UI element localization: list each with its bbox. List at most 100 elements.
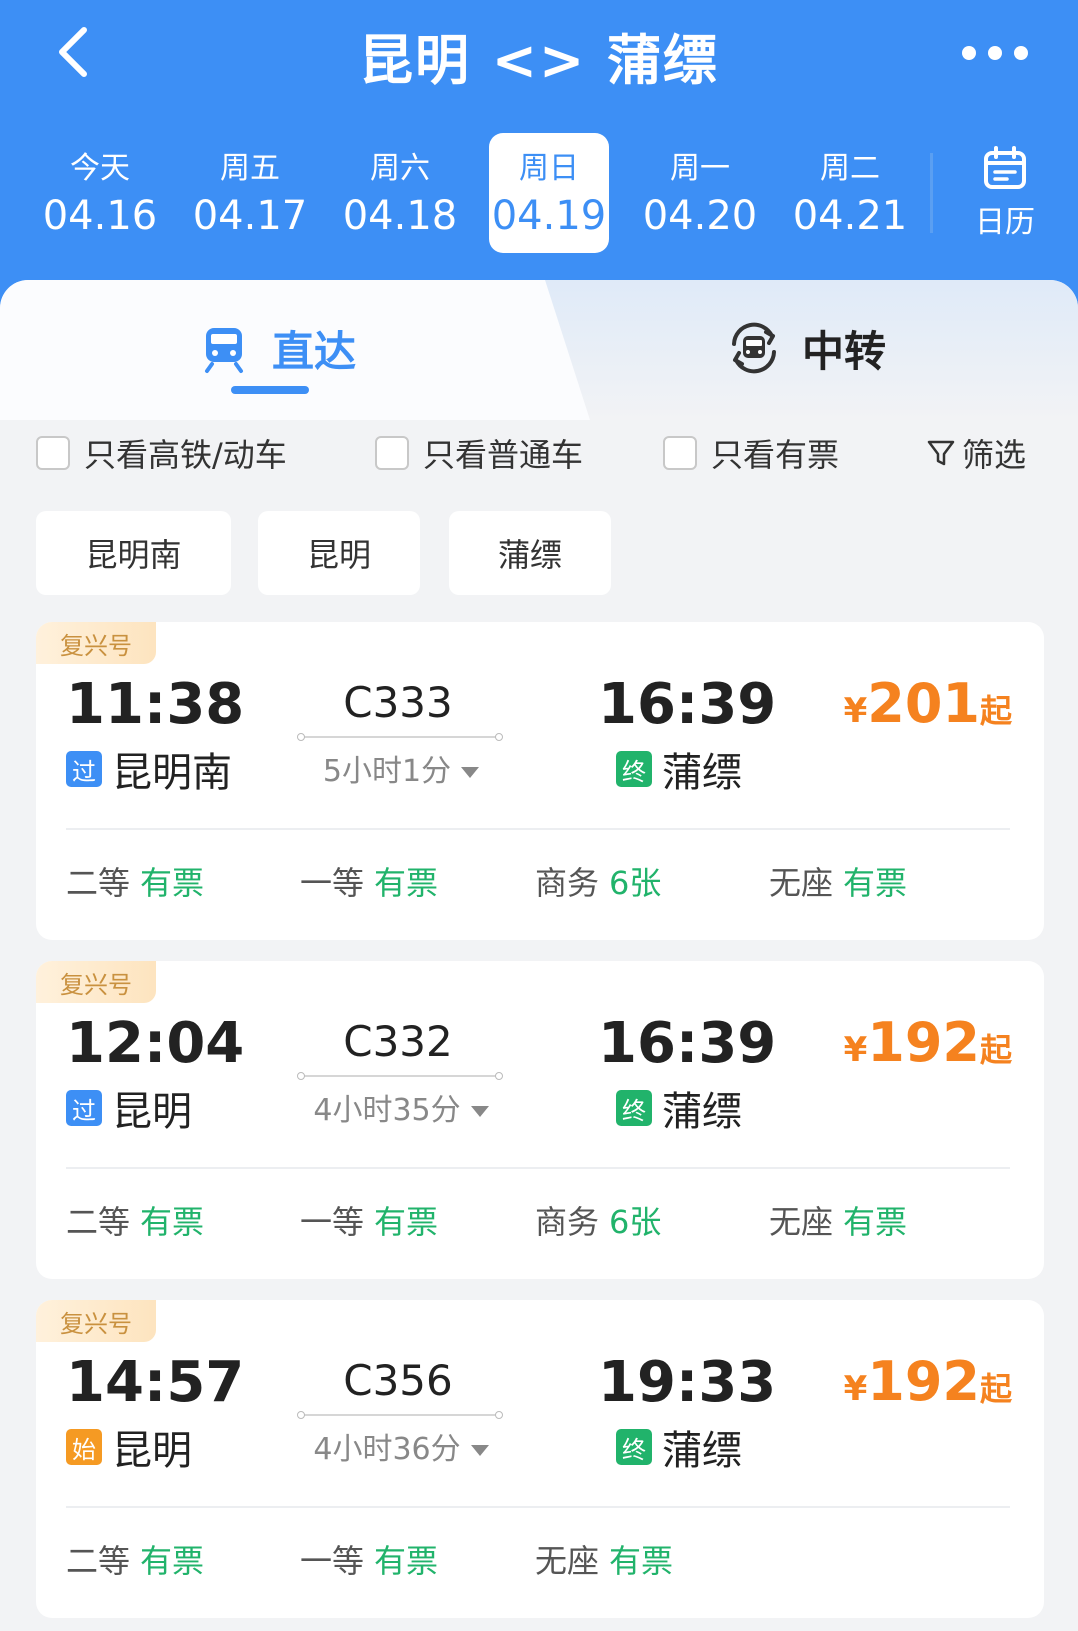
- duration-text: 4小时36分: [313, 1432, 461, 1467]
- date-weekday: 周日: [519, 151, 579, 186]
- duration-toggle[interactable]: 4小时35分: [286, 1085, 516, 1129]
- tab-direct[interactable]: 直达: [196, 318, 356, 378]
- date-weekday: 周一: [670, 151, 730, 186]
- seat-first-class: 一等 有票: [300, 1536, 438, 1582]
- seat-first-class: 一等 有票: [300, 1197, 438, 1243]
- train-card[interactable]: 复兴号 14:57 始 昆明 C356 4小时36分 19:33 终 蒲缥 ¥ …: [36, 1300, 1044, 1618]
- checkbox[interactable]: [663, 436, 697, 470]
- seat-status: 6张: [609, 864, 662, 902]
- pass-through-badge: 过: [66, 751, 102, 787]
- departure-station: 过 昆明: [66, 1079, 192, 1137]
- card-divider: [66, 828, 1010, 830]
- date-value: 04.16: [42, 193, 158, 239]
- duration-toggle[interactable]: 4小时36分: [286, 1424, 516, 1468]
- seat-first-class: 一等 有票: [300, 858, 438, 904]
- arrival-station: 终 蒲缥: [616, 1079, 742, 1137]
- date-tab-0421[interactable]: 周二 04.21: [790, 133, 910, 253]
- checkbox[interactable]: [36, 436, 70, 470]
- date-tab-0416[interactable]: 今天 04.16: [40, 133, 160, 253]
- arrival-station: 终 蒲缥: [616, 1418, 742, 1476]
- calendar-icon: [984, 146, 1026, 189]
- price: ¥ 192 起: [844, 1350, 1012, 1413]
- seat-status: 有票: [374, 864, 439, 902]
- seat-second-class: 二等 有票: [66, 1197, 204, 1243]
- arrival-station: 终 蒲缥: [616, 740, 742, 798]
- seat-class: 商务: [535, 1203, 600, 1241]
- filter-button-label: 筛选: [961, 436, 1026, 474]
- calendar-label: 日历: [975, 205, 1035, 240]
- seat-availability: 二等 有票 一等 有票 无座 有票: [66, 1536, 1010, 1586]
- departure-station-name: 昆明南: [112, 750, 232, 796]
- train-number: C356: [343, 1356, 453, 1405]
- seat-status: 有票: [374, 1203, 439, 1241]
- departure-station: 始 昆明: [66, 1418, 192, 1476]
- origin-badge: 始: [66, 1429, 102, 1465]
- calendar-divider: [930, 153, 933, 233]
- price-amount: 192: [867, 1350, 980, 1413]
- terminal-badge: 终: [616, 1090, 652, 1126]
- seat-no-seat: 无座 有票: [769, 858, 907, 904]
- filter-normal[interactable]: 只看普通车: [375, 430, 583, 476]
- date-tab-0420[interactable]: 周一 04.20: [640, 133, 760, 253]
- date-weekday: 周二: [820, 151, 880, 186]
- tab-direct-label: 直达: [272, 326, 357, 376]
- filter-high-speed-label: 只看高铁/动车: [84, 436, 287, 474]
- arrival-station-name: 蒲缥: [662, 750, 742, 796]
- seat-class: 二等: [66, 1542, 131, 1580]
- filter-button[interactable]: 筛选: [926, 430, 1026, 476]
- seat-class: 一等: [300, 864, 365, 902]
- date-value: 04.20: [642, 193, 758, 239]
- date-tab-0417[interactable]: 周五 04.17: [190, 133, 310, 253]
- calendar-button[interactable]: 日历: [960, 145, 1050, 241]
- station-chip[interactable]: 昆明: [258, 511, 420, 595]
- more-button[interactable]: [962, 42, 1028, 64]
- train-brand-tag: 复兴号: [36, 1300, 156, 1342]
- filter-available[interactable]: 只看有票: [663, 430, 839, 476]
- duration-text: 5小时1分: [322, 754, 452, 789]
- terminal-badge: 终: [616, 751, 652, 787]
- seat-class: 无座: [535, 1542, 600, 1580]
- tab-transfer-label: 中转: [802, 326, 887, 376]
- seat-business-class: 商务 6张: [535, 858, 661, 904]
- arrival-station-name: 蒲缥: [662, 1428, 742, 1474]
- duration-toggle[interactable]: 5小时1分: [286, 746, 516, 790]
- date-weekday: 周五: [220, 151, 280, 186]
- transfer-train-icon: [732, 322, 776, 374]
- date-tab-0418[interactable]: 周六 04.18: [340, 133, 460, 253]
- tab-active-indicator: [231, 386, 309, 394]
- arrival-time: 19:33: [598, 1350, 777, 1415]
- seat-class: 二等: [66, 864, 131, 902]
- seat-status: 有票: [843, 1203, 908, 1241]
- seat-business-class: 商务 6张: [535, 1197, 661, 1243]
- date-strip: 今天 04.16 周五 04.17 周六 04.18 周日 04.19 周一 0…: [0, 133, 1078, 253]
- duration-text: 4小时35分: [313, 1093, 461, 1128]
- train-card[interactable]: 复兴号 12:04 过 昆明 C332 4小时35分 16:39 终 蒲缥 ¥ …: [36, 961, 1044, 1279]
- date-value: 04.21: [792, 193, 908, 239]
- seat-second-class: 二等 有票: [66, 1536, 204, 1582]
- more-dot-icon: [962, 46, 976, 60]
- page-title: 昆明 <> 蒲缥: [358, 29, 720, 92]
- seat-class: 无座: [769, 1203, 834, 1241]
- checkbox[interactable]: [375, 436, 409, 470]
- filter-high-speed[interactable]: 只看高铁/动车: [36, 430, 287, 476]
- station-chip[interactable]: 昆明南: [36, 511, 231, 595]
- tab-transfer[interactable]: 中转: [726, 318, 886, 378]
- train-icon: [205, 328, 243, 373]
- date-value: 04.19: [491, 193, 607, 239]
- filter-normal-label: 只看普通车: [423, 436, 584, 474]
- train-number: C332: [343, 1017, 453, 1066]
- station-chip[interactable]: 蒲缥: [449, 511, 611, 595]
- arrival-time: 16:39: [598, 672, 777, 737]
- train-card[interactable]: 复兴号 11:38 过 昆明南 C333 5小时1分 16:39 终 蒲缥 ¥ …: [36, 622, 1044, 940]
- card-divider: [66, 1167, 1010, 1169]
- departure-station-name: 昆明: [112, 1089, 192, 1135]
- seat-no-seat: 无座 有票: [769, 1197, 907, 1243]
- departure-time: 12:04: [66, 1011, 245, 1076]
- caret-down-icon: [461, 767, 480, 778]
- date-tab-0419-selected[interactable]: 周日 04.19: [489, 133, 609, 253]
- seat-no-seat: 无座 有票: [535, 1536, 673, 1582]
- price-suffix: 起: [979, 692, 1012, 730]
- caret-down-icon: [470, 1106, 489, 1117]
- price: ¥ 201 起: [844, 672, 1012, 735]
- route-line: [297, 733, 503, 741]
